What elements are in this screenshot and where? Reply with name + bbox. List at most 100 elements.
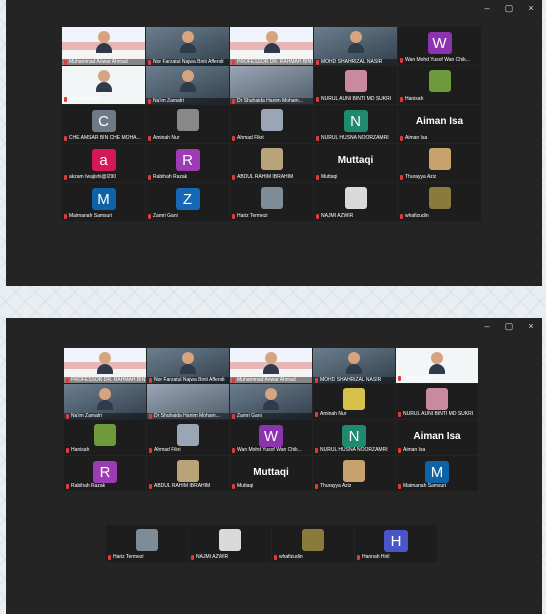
muted-mic-icon xyxy=(400,96,403,102)
participant-name: Hannah Hiril xyxy=(362,554,390,560)
participant-tile[interactable]: ABDUL RAHIM IBRAHIM xyxy=(147,456,229,491)
participant-tile[interactable]: NURUL AUNI BINTI MD SUKRI xyxy=(396,384,478,419)
participant-name-label: Maimanah Samsuri xyxy=(398,483,476,489)
participant-name-label: Hanisah xyxy=(400,96,479,102)
avatar-initial: Z xyxy=(175,188,200,210)
participant-tile[interactable]: H Hannah Hiril xyxy=(355,525,437,562)
participant-tile[interactable]: ABDUL RAHIM IBRAHIM xyxy=(230,144,313,182)
muted-mic-icon xyxy=(149,377,152,383)
participant-name: Hariz Termezi xyxy=(237,213,268,219)
participant-tile[interactable]: Thurayya Aziz xyxy=(398,144,481,182)
participant-tile[interactable]: PROFESSOR DR. RAHMAH BINTI... xyxy=(64,348,146,383)
participant-tile[interactable]: Muttaqi Muttaqi xyxy=(230,456,312,491)
participant-tile[interactable]: Aiman Isa Aiman Isa xyxy=(396,420,478,455)
participant-name: Jawhari Yazid xyxy=(403,375,434,381)
participant-tile[interactable]: W Wan Mohd Yusof Wan Chik... xyxy=(398,27,481,65)
participant-name: ABDUL RAHIM IBRAHIM xyxy=(237,174,294,180)
participant-tile[interactable]: NAJMI AZWIR xyxy=(189,525,271,562)
profile-picture xyxy=(343,388,365,410)
muted-mic-icon xyxy=(232,377,235,383)
participant-name-label: MOHD SHAHRIZAL NASIR xyxy=(314,59,397,65)
muted-mic-icon xyxy=(232,98,235,104)
participant-name-label: Muhammad Anwar Ahmad xyxy=(62,59,145,65)
participant-tile[interactable]: Z Zamri Gani xyxy=(146,183,229,221)
participant-name: Muhammad Anwar Ahmad xyxy=(69,59,128,65)
participant-tile[interactable]: R Rabihah Razak xyxy=(146,144,229,182)
muted-mic-icon xyxy=(316,213,319,219)
participant-tile[interactable]: Aminah Nur xyxy=(313,384,395,419)
participant-name-label: Jawhari Yazid xyxy=(64,96,143,102)
participant-name: Thurayya Aziz xyxy=(320,483,352,489)
participant-tile[interactable]: Ahmad Fikri xyxy=(230,105,313,143)
participant-tile[interactable]: C CHE AMSAR BIN CHE MOHA... xyxy=(62,105,145,143)
participant-name: Aminah Nur xyxy=(320,411,347,417)
participant-name: Nor Farzatul Najwa Binti Affendi xyxy=(153,59,224,65)
participant-tile[interactable]: Aiman Isa Aiman Isa xyxy=(398,105,481,143)
participant-name: Thurayya Aziz xyxy=(405,174,437,180)
participant-tile[interactable]: Muhammad Anwar Ahmad xyxy=(230,348,312,383)
avatar-initial: N xyxy=(343,110,368,132)
participant-tile[interactable]: Aminah Nur xyxy=(146,105,229,143)
participant-tile[interactable]: a akzam Iwajishi@l290 xyxy=(62,144,145,182)
avatar-initial: M xyxy=(425,461,449,483)
participant-tile[interactable]: Jawhari Yazid xyxy=(396,348,478,383)
muted-mic-icon xyxy=(108,554,111,560)
participant-tile[interactable]: Thurayya Aziz xyxy=(313,456,395,491)
participant-tile[interactable]: Jawhari Yazid xyxy=(62,66,145,104)
maximize-icon[interactable]: ▢ xyxy=(504,3,514,14)
participant-tile[interactable]: NAJMI AZWIR xyxy=(314,183,397,221)
participant-display-name: Aiman Isa xyxy=(413,431,461,442)
participant-tile[interactable]: Muhammad Anwar Ahmad xyxy=(62,27,145,65)
participant-tile[interactable]: NURUL AUNI BINTI MD SUKRI xyxy=(314,66,397,104)
close-icon[interactable]: × xyxy=(526,3,536,14)
participant-tile[interactable]: Muttaqi Muttaqi xyxy=(314,144,397,182)
participant-tile[interactable]: Dr Shuhaida Hanim Moham... xyxy=(147,384,229,419)
participant-name-label: Dr Shuhaida Hanim Moham... xyxy=(230,98,313,104)
participant-name-label: PROFESSOR DR. RAHMAH BINTI... xyxy=(64,377,146,383)
participant-name-label: Ahmad Fikri xyxy=(232,135,311,141)
muted-mic-icon xyxy=(64,59,67,65)
participant-tile[interactable]: N NURUL HUSNA NOORZAMRI xyxy=(313,420,395,455)
participant-tile[interactable]: MOHD SHAHRIZAL NASIR xyxy=(313,348,395,383)
participant-name: PROFESSOR DR. RAHMAH BINTI... xyxy=(237,59,313,65)
participant-name-label: Ahmad Fikri xyxy=(149,447,227,453)
participant-tile[interactable]: Hariz Termezi xyxy=(230,183,313,221)
participant-tile[interactable]: Nor Farzatul Najwa Binti Affendi xyxy=(147,348,229,383)
close-icon[interactable]: × xyxy=(526,321,536,332)
participant-name: NURUL HUSNA NOORZAMRI xyxy=(320,447,388,453)
participant-tile[interactable]: Na'im Zamatri xyxy=(64,384,146,419)
participant-tile[interactable]: Ahmad Fikri xyxy=(147,420,229,455)
participant-tile[interactable]: Zamri Gani xyxy=(230,384,312,419)
participant-tile[interactable]: Nor Farzatul Najwa Binti Affendi xyxy=(146,27,229,65)
participant-name-label: Hariz Termezi xyxy=(108,554,186,560)
participant-tile[interactable]: MOHD SHAHRIZAL NASIR xyxy=(314,27,397,65)
participant-tile[interactable]: PROFESSOR DR. RAHMAH BINTI... xyxy=(230,27,313,65)
avatar-initial: R xyxy=(175,149,200,171)
participant-tile[interactable]: N NURUL HUSNA NOORZAMRI xyxy=(314,105,397,143)
avatar-initial: H xyxy=(384,530,408,552)
maximize-icon[interactable]: ▢ xyxy=(504,321,514,332)
participant-tile[interactable]: R Rabihah Razak xyxy=(64,456,146,491)
muted-mic-icon xyxy=(398,483,401,489)
participant-tile[interactable]: Dr Shuhaida Hanim Moham... xyxy=(230,66,313,104)
participant-tile[interactable]: M Maimanah Samsuri xyxy=(62,183,145,221)
muted-mic-icon xyxy=(316,135,319,141)
participant-tile[interactable]: Hariz Termezi xyxy=(106,525,188,562)
muted-mic-icon xyxy=(400,135,403,141)
participant-tile[interactable]: M Maimanah Samsuri xyxy=(396,456,478,491)
participant-tile[interactable]: Hanisah xyxy=(64,420,146,455)
muted-mic-icon xyxy=(191,554,194,560)
participant-tile[interactable]: whafizudin xyxy=(398,183,481,221)
participant-name-label: Muhammad Anwar Ahmad xyxy=(230,377,312,383)
minimize-icon[interactable]: – xyxy=(482,3,492,14)
muted-mic-icon xyxy=(400,57,403,63)
participant-video xyxy=(347,31,364,53)
participant-tile[interactable]: whafizudin xyxy=(272,525,354,562)
participant-name-label: NURUL AUNI BINTI MD SUKRI xyxy=(398,411,476,417)
participant-name: NAJMI AZWIR xyxy=(196,554,229,560)
window-controls: – ▢ × xyxy=(482,321,536,332)
participant-tile[interactable]: Na'im Zamatri xyxy=(146,66,229,104)
participant-tile[interactable]: Hanisah xyxy=(398,66,481,104)
minimize-icon[interactable]: – xyxy=(482,321,492,332)
participant-tile[interactable]: W Wan Mohd Yusof Wan Chik... xyxy=(230,420,312,455)
